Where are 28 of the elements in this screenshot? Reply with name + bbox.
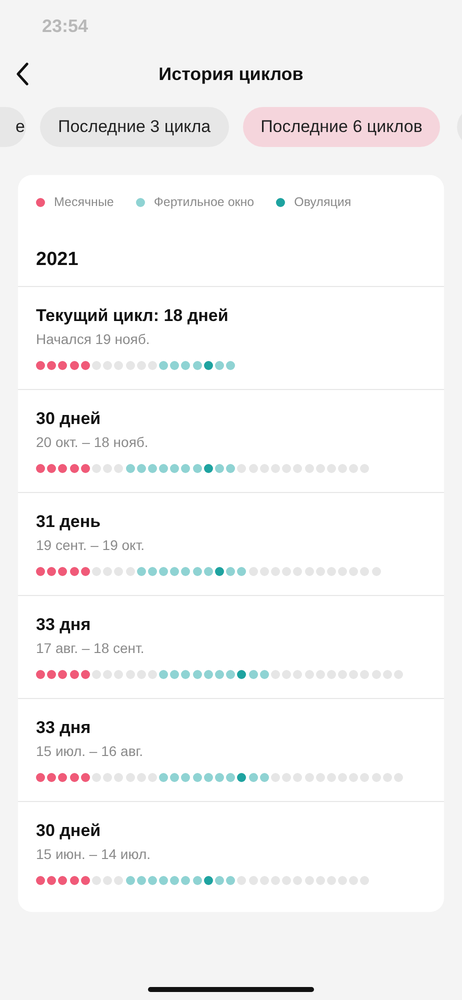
cycle-length: 33 дня bbox=[36, 716, 92, 739]
cycle-length: Текущий цикл: 18 дней bbox=[36, 304, 230, 327]
cycle-dates: 20 окт. – 18 нояб. bbox=[36, 432, 150, 451]
cycle-length: 33 дня bbox=[36, 614, 92, 636]
cycle-row[interactable]: 33 дня 17 авг. – 18 сент. bbox=[18, 594, 444, 698]
filter-chip[interactable]: Последние 3 цикла bbox=[40, 107, 229, 147]
cycle-row[interactable]: 33 дня 15 июл. – 16 авг. bbox=[18, 698, 444, 801]
filter-chip[interactable]: е bbox=[0, 107, 26, 147]
cycle-length: 31 день bbox=[36, 510, 102, 533]
cycle-dates: 17 авг. – 18 сент. bbox=[36, 638, 146, 657]
cycle-row[interactable]: Текущий цикл: 18 дней Начался 19 нояб. bbox=[18, 286, 444, 389]
year-heading: 2021 bbox=[35, 248, 80, 272]
legend-label: Месячные bbox=[54, 194, 114, 211]
page-title: История циклов bbox=[158, 62, 304, 86]
cycle-dates: Начался 19 нояб. bbox=[36, 330, 151, 348]
back-icon bbox=[15, 62, 29, 86]
cycle-row[interactable]: 30 дней 20 окт. – 18 нояб. bbox=[18, 388, 444, 492]
cycle-row[interactable]: 30 дней 15 июн. – 14 июл. bbox=[18, 800, 444, 904]
cycle-row[interactable]: 31 день 19 сент. – 19 окт. bbox=[18, 492, 444, 595]
cycle-dates: 19 сент. – 19 окт. bbox=[36, 536, 146, 554]
cycle-length: 30 дней bbox=[36, 408, 102, 430]
cycle-dates: 15 июл. – 16 авг. bbox=[36, 742, 144, 760]
cycle-length: 30 дней bbox=[36, 820, 102, 842]
cycle-dates: 15 июн. – 14 июл. bbox=[36, 844, 152, 863]
legend-label: Фертильное окно bbox=[154, 194, 254, 211]
status-time: 23:54 bbox=[42, 14, 88, 38]
filter-chip[interactable]: Последние 6 циклов bbox=[242, 107, 440, 147]
legend-label: Овуляция bbox=[294, 194, 352, 211]
